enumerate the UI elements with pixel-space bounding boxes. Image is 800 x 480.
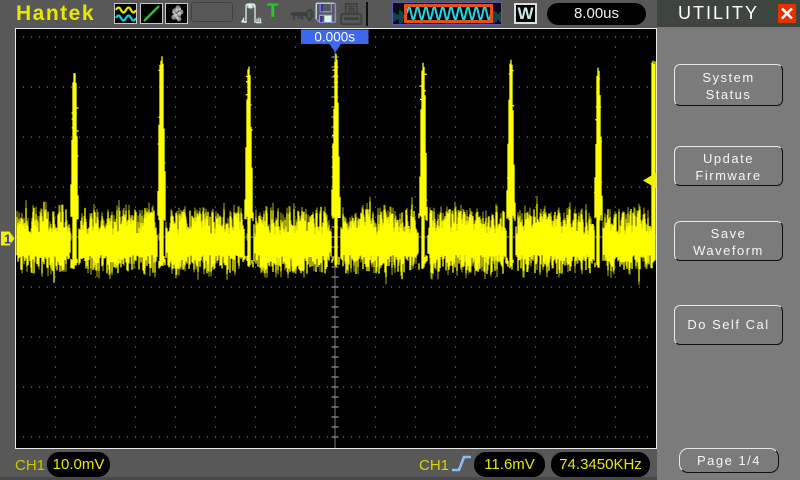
- svg-text:1: 1: [4, 232, 11, 247]
- svg-text:0.000s: 0.000s: [314, 30, 355, 45]
